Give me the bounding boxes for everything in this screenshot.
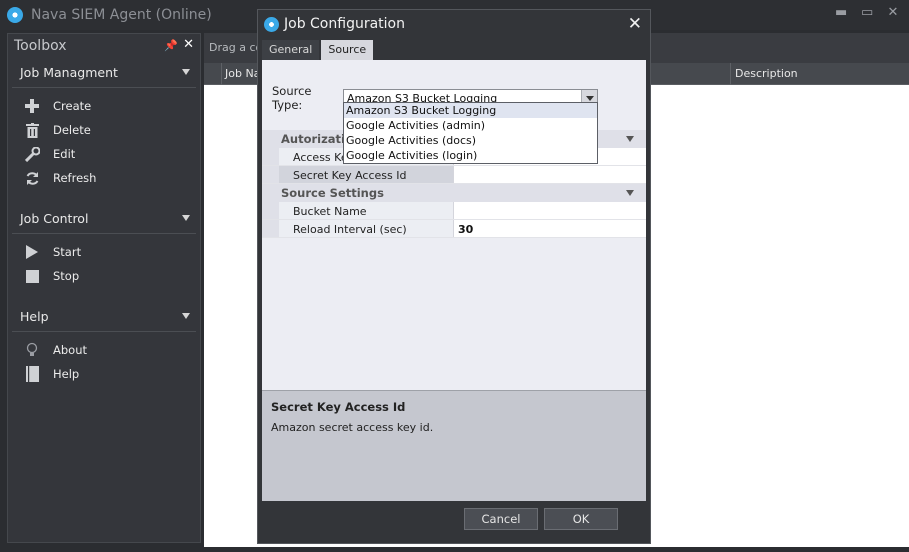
section-title: Job Control <box>20 211 89 226</box>
property-row[interactable]: Reload Interval (sec) 30 <box>262 220 646 238</box>
toolbox-item-start[interactable]: Start <box>12 240 196 264</box>
category-source-settings[interactable]: Source Settings <box>262 184 646 202</box>
ok-button[interactable]: OK <box>544 508 618 530</box>
close-icon[interactable]: ✕ <box>887 6 899 20</box>
stop-icon <box>24 268 40 284</box>
item-label: Start <box>53 245 82 259</box>
chevron-down-icon[interactable] <box>182 69 190 75</box>
section-header[interactable]: Job Control <box>12 204 196 234</box>
chevron-down-icon[interactable] <box>182 215 190 221</box>
cancel-button[interactable]: Cancel <box>464 508 538 530</box>
dropdown-option[interactable]: Amazon S3 Bucket Logging <box>344 103 597 118</box>
category-title: Source Settings <box>281 186 384 200</box>
column-separator <box>730 63 731 85</box>
section-title: Job Managment <box>20 65 118 80</box>
section-help: Help About Help <box>12 302 196 400</box>
item-label: Delete <box>53 123 91 137</box>
section-job-control: Job Control Start Stop <box>12 204 196 302</box>
toolbox-item-stop[interactable]: Stop <box>12 264 196 288</box>
chevron-down-icon[interactable] <box>626 190 634 196</box>
toolbox-item-delete[interactable]: Delete <box>12 118 196 142</box>
job-configuration-dialog: Job Configuration ✕ General Source Sourc… <box>257 9 651 544</box>
source-type-dropdown-list: Amazon S3 Bucket Logging Google Activiti… <box>343 102 598 164</box>
property-value-bucket-name[interactable] <box>454 202 646 219</box>
close-icon[interactable]: ✕ <box>183 37 194 52</box>
section-header[interactable]: Job Managment <box>12 58 196 88</box>
item-label: About <box>53 343 88 357</box>
trash-icon <box>24 122 40 138</box>
dropdown-option[interactable]: Google Activities (login) <box>344 148 597 163</box>
dialog-tabs: General Source <box>262 40 375 60</box>
item-label: Refresh <box>53 171 97 185</box>
toolbox-header: Toolbox 📌 ✕ <box>8 34 200 58</box>
plus-icon <box>24 98 40 114</box>
column-separator <box>221 63 222 85</box>
section-title: Help <box>20 309 49 324</box>
pin-icon[interactable]: 📌 <box>164 39 178 52</box>
description-title: Secret Key Access Id <box>271 400 406 414</box>
source-type-label: Source Type: <box>272 84 312 112</box>
property-value-reload-interval[interactable]: 30 <box>454 220 646 237</box>
dropdown-option[interactable]: Google Activities (admin) <box>344 118 597 133</box>
book-icon <box>24 366 40 382</box>
close-icon[interactable]: ✕ <box>628 14 642 34</box>
item-label: Create <box>53 99 92 113</box>
toolbox-item-refresh[interactable]: Refresh <box>12 166 196 190</box>
chevron-down-icon[interactable] <box>626 136 634 142</box>
item-label: Help <box>53 367 80 381</box>
toolbox-panel: Toolbox 📌 ✕ Job Managment Create Delete <box>7 33 201 543</box>
property-name: Bucket Name <box>279 202 454 219</box>
property-row[interactable]: Bucket Name <box>262 202 646 220</box>
dialog-titlebar: Job Configuration ✕ <box>258 10 650 38</box>
toolbox-title: Toolbox <box>14 38 67 54</box>
chevron-down-icon[interactable] <box>182 313 190 319</box>
description-text: Amazon secret access key id. <box>271 421 434 434</box>
lightbulb-icon <box>24 342 40 358</box>
toolbox-item-about[interactable]: About <box>12 338 196 362</box>
property-name: Secret Key Access Id <box>279 166 454 183</box>
toolbox-item-edit[interactable]: Edit <box>12 142 196 166</box>
minimize-icon[interactable]: ▬ <box>835 6 847 20</box>
dialog-title: Job Configuration <box>284 16 405 32</box>
column-header-description[interactable]: Description <box>735 67 798 80</box>
item-label: Edit <box>53 147 76 161</box>
section-header[interactable]: Help <box>12 302 196 332</box>
column-header-job-name[interactable]: Job Na <box>225 67 260 80</box>
property-description-panel: Secret Key Access Id Amazon secret acces… <box>262 390 646 501</box>
maximize-icon[interactable]: ▭ <box>861 6 873 20</box>
section-job-management: Job Managment Create Delete Edit Refresh <box>12 58 196 204</box>
refresh-icon <box>24 170 40 186</box>
app-logo-icon <box>264 16 279 32</box>
dropdown-option[interactable]: Google Activities (docs) <box>344 133 597 148</box>
tab-general[interactable]: General <box>262 40 320 60</box>
property-row[interactable]: Secret Key Access Id <box>262 166 646 184</box>
property-name: Reload Interval (sec) <box>279 220 454 237</box>
app-logo-icon <box>7 7 23 23</box>
app-title: Nava SIEM Agent (Online) <box>31 7 212 23</box>
toolbox-item-create[interactable]: Create <box>12 94 196 118</box>
item-label: Stop <box>53 269 80 283</box>
play-icon <box>24 244 40 260</box>
property-value-secret-key[interactable] <box>454 166 646 183</box>
window-controls: ▬ ▭ ✕ <box>835 6 899 20</box>
tab-source[interactable]: Source <box>321 40 374 60</box>
toolbox-item-help[interactable]: Help <box>12 362 196 386</box>
wrench-icon <box>24 146 40 162</box>
